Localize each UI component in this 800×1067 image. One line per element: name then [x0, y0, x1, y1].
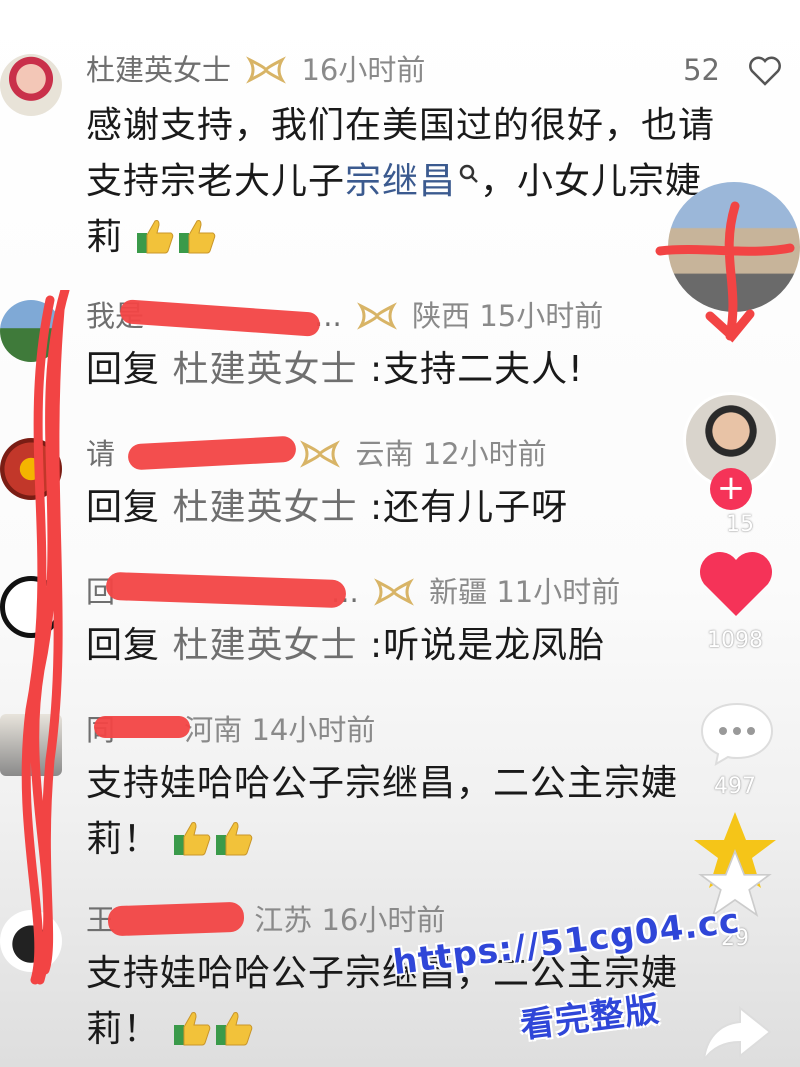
ribbon-icon	[373, 578, 414, 606]
comment-item: 回... 新疆 11小时前 回复 杜建英女士 :听说是龙凤胎	[0, 571, 800, 674]
search-link[interactable]: 宗继昌	[345, 161, 480, 202]
comment-location: 新疆	[429, 575, 488, 609]
thumbs-up-icon	[216, 1012, 253, 1046]
red-scribble-mark	[21, 290, 70, 985]
ribbon-icon	[300, 440, 341, 468]
comment-text: 回复 杜建英女士 :听说是龙凤胎	[86, 618, 605, 674]
like-count: 52	[683, 53, 720, 87]
comment-text-part: 支持宗老大儿子	[86, 161, 346, 202]
follow-button[interactable]: +	[710, 468, 752, 510]
comment-location: 云南	[355, 437, 414, 471]
comment-text-part: 莉！	[86, 1009, 161, 1050]
ribbon-icon	[356, 302, 397, 330]
comment-time: 14小时前	[251, 713, 376, 747]
comment-location: 陕西	[412, 299, 471, 333]
comment-time: 12小时前	[422, 437, 547, 471]
comment-bubble-icon[interactable]	[698, 700, 776, 766]
ribbon-icon	[246, 56, 287, 84]
username[interactable]: 杜建英女士	[86, 53, 231, 87]
reply-to-user[interactable]: 杜建英女士	[172, 349, 357, 390]
comment-line: 支持宗老大儿子宗继昌 ，小女儿宗婕	[86, 154, 715, 210]
reply-to-user[interactable]: 杜建英女士	[172, 625, 357, 666]
reply-text: :还有儿子呀	[369, 487, 569, 528]
comment-location: 河南	[184, 713, 243, 747]
comment-time: 16小时前	[301, 53, 426, 87]
like-button-heart-icon[interactable]	[696, 548, 776, 620]
comment-line: 莉	[86, 210, 715, 266]
thumbs-up-icon	[216, 822, 253, 856]
comment-item: 请 云南 12小时前 回复 杜建英女士 :还有儿子呀	[0, 434, 800, 534]
thumbs-up-icon	[137, 220, 174, 254]
thumbs-up-icon	[174, 1012, 211, 1046]
comment-header: 杜建英女士 16小时前	[86, 50, 425, 90]
comment-time: 16小时前	[321, 903, 446, 937]
thumbs-up-icon	[179, 220, 216, 254]
comment-text: 感谢支持，我们在美国过的很好，也请 支持宗老大儿子宗继昌 ，小女儿宗婕 莉	[86, 98, 715, 266]
follow-count: 15	[726, 512, 754, 537]
redaction-mark	[107, 901, 245, 937]
comment-text: 支持娃哈哈公子宗继昌，二公主宗婕 莉！	[86, 756, 678, 868]
red-arrow-mark	[655, 201, 795, 343]
avatar[interactable]	[0, 54, 62, 116]
comment-location: 江苏	[254, 903, 313, 937]
comment-item: 同 河南 14小时前 支持娃哈哈公子宗继昌，二公主宗婕 莉！	[0, 710, 800, 870]
share-arrow-icon[interactable]	[700, 1004, 774, 1064]
comment-line: 感谢支持，我们在美国过的很好，也请	[86, 105, 716, 146]
comment-count: 497	[714, 774, 756, 799]
comment-text: 回复 杜建英女士 :支持二夫人!	[86, 342, 584, 398]
reply-text: :听说是龙凤胎	[369, 625, 606, 666]
comment-time: 11小时前	[496, 575, 621, 609]
comment-text: 回复 杜建英女士 :还有儿子呀	[86, 480, 568, 536]
comment-line: 莉！	[86, 812, 678, 868]
reply-text: :支持二夫人!	[369, 349, 584, 390]
comment-time: 15小时前	[479, 299, 604, 333]
search-icon	[459, 164, 478, 183]
reply-to-user[interactable]: 杜建英女士	[172, 487, 357, 528]
comment-line: 支持娃哈哈公子宗继昌，二公主宗婕	[86, 763, 679, 804]
comment-text-part: 莉	[86, 217, 124, 258]
redaction-mark	[94, 716, 190, 738]
like-heart-icon[interactable]	[748, 56, 782, 86]
like-count: 1098	[707, 628, 763, 653]
search-link-label: 宗继昌	[345, 161, 457, 202]
thumbs-up-icon	[174, 822, 211, 856]
